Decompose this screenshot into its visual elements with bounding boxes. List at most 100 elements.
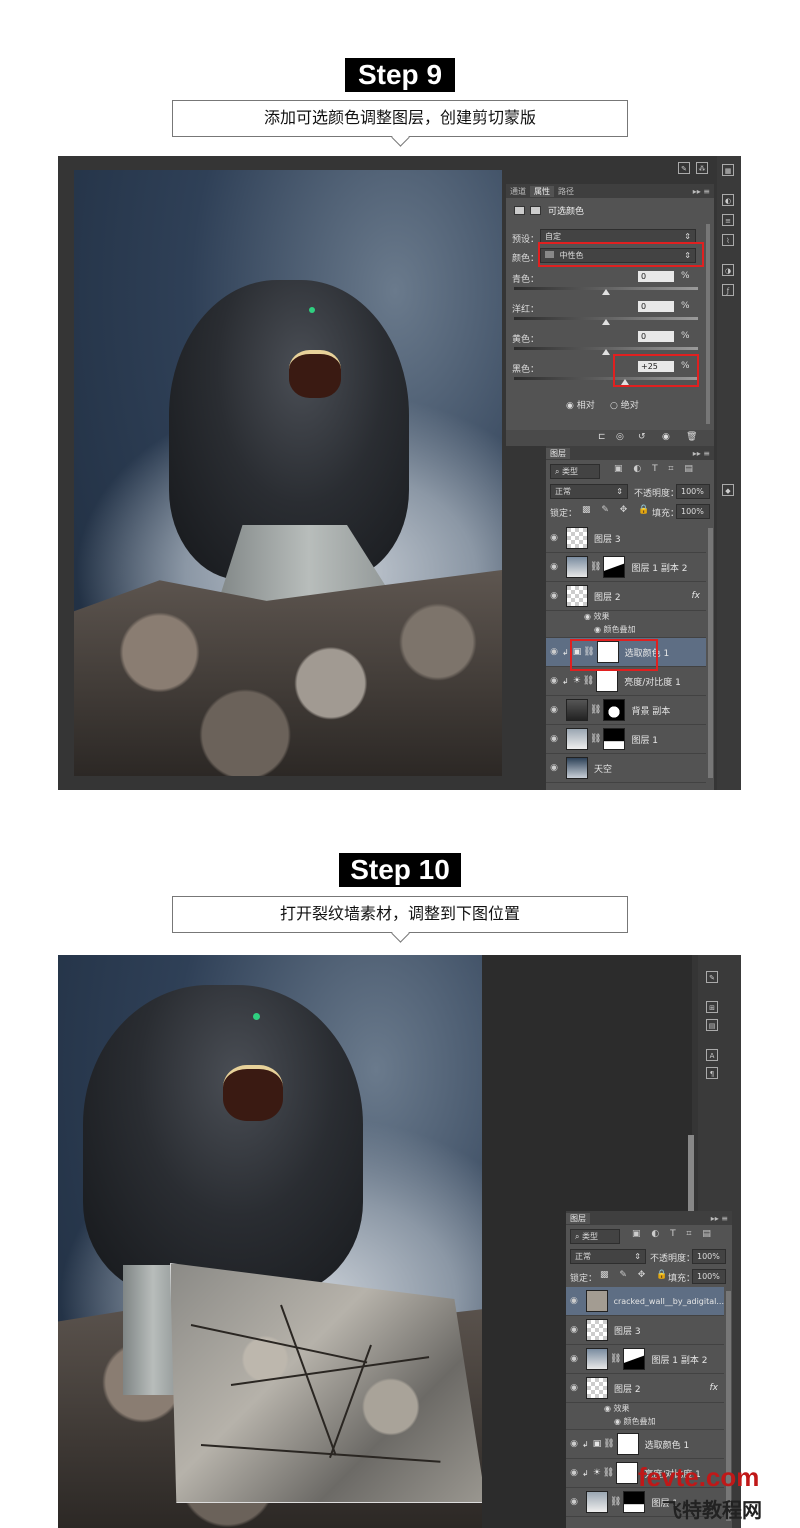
layer-row[interactable]: ◉ ↲ ▣ ⛓ 选取颜色 1 [566, 1430, 724, 1459]
paths-icon[interactable]: ⌇ [722, 234, 734, 246]
eye-icon[interactable]: ◉ [662, 432, 670, 442]
radio-relative[interactable]: ◉ 相对 [566, 398, 595, 411]
eye-icon[interactable]: ◉ [566, 1497, 582, 1507]
visibility-toggle-icon[interactable]: ◎ [616, 432, 624, 442]
layer-mask-thumbnail [603, 556, 626, 578]
clone-source-icon[interactable]: ⁂ [696, 162, 708, 174]
eye-icon[interactable]: ◉ [546, 533, 562, 543]
tab-layers[interactable]: 图层 [566, 1212, 590, 1224]
layer-row[interactable]: ◉ 天空 [546, 754, 706, 783]
eye-icon[interactable]: ◉ [546, 562, 562, 572]
eye-icon[interactable]: ◉ [546, 676, 562, 686]
layer-stack-icon[interactable]: ◆ [722, 484, 734, 496]
layer-name: 图层 3 [614, 1326, 641, 1337]
eye-icon[interactable]: ◉ [546, 647, 562, 657]
effect-row[interactable]: ◉ 颜色叠加 [566, 1416, 724, 1430]
adjustment-icon[interactable]: ◐ [722, 194, 734, 206]
slider-cyan-thumb[interactable] [602, 289, 610, 295]
fill-input[interactable]: 100% [676, 504, 710, 519]
eye-icon[interactable]: ◉ [546, 734, 562, 744]
eye-icon[interactable]: ◉ [594, 625, 601, 634]
panel-menu-icon[interactable]: ▸▸ ≡ [689, 187, 714, 196]
eye-icon[interactable]: ◉ [566, 1296, 582, 1306]
tab-channels[interactable]: 通道 [506, 186, 530, 197]
brush-preset-icon[interactable]: ✎ [678, 162, 690, 174]
slider-cyan-input[interactable]: 0 [638, 271, 674, 282]
panel-menu-icon[interactable]: ▸▸ ≡ [689, 449, 714, 458]
eye-icon[interactable]: ◉ [566, 1325, 582, 1335]
step10-scrollbar[interactable] [688, 1135, 694, 1215]
eye-icon[interactable]: ◉ [566, 1468, 582, 1478]
reset-icon[interactable]: ↺ [638, 432, 646, 442]
layer-filter-select[interactable]: ⌕ 类型 [570, 1229, 620, 1244]
fill-input[interactable]: 100% [692, 1269, 726, 1284]
layer-name: 图层 2 [594, 592, 621, 603]
panther-statue [83, 985, 363, 1295]
brush-preset-icon[interactable]: ✎ [706, 971, 718, 983]
paragraph-icon[interactable]: ¶ [706, 1067, 718, 1079]
eye-icon[interactable]: ◉ [604, 1404, 611, 1413]
opacity-input[interactable]: 100% [676, 484, 710, 499]
step9-caption: 添加可选颜色调整图层，创建剪切蒙版 [172, 100, 628, 137]
opacity-input[interactable]: 100% [692, 1249, 726, 1264]
fx-badge[interactable]: fx [692, 591, 701, 601]
effect-row[interactable]: ◉ 效果 [566, 1403, 724, 1416]
slider-magenta-thumb[interactable] [602, 319, 610, 325]
layer-name: 图层 2 [614, 1384, 641, 1395]
eye-icon[interactable]: ◉ [546, 763, 562, 773]
mask-icon[interactable] [530, 206, 541, 215]
layer-row[interactable]: ◉ ⛓ 背景 副本 [546, 696, 706, 725]
styles-icon[interactable]: ƒ [722, 284, 734, 296]
eye-icon[interactable]: ◉ [584, 612, 591, 621]
radio-absolute[interactable]: ○ 绝对 [610, 398, 639, 411]
fx-badge[interactable]: fx [710, 1383, 719, 1393]
layer-row[interactable]: ◉ ⛓ 图层 1 [546, 725, 706, 754]
layer-row-selected[interactable]: ◉ cracked_wall__by_adigital... [566, 1287, 724, 1316]
trash-icon[interactable]: 🗑 [686, 432, 697, 442]
layer-row[interactable]: ◉ 图层 3 [566, 1316, 724, 1345]
blend-mode-select[interactable]: 正常 ⇕ [570, 1249, 646, 1264]
search-icon: ⌕ [575, 1232, 580, 1241]
layer-name: cracked_wall__by_adigital... [613, 1296, 724, 1306]
eye-icon[interactable]: ◉ [546, 705, 562, 715]
crack-line [230, 1356, 430, 1386]
properties-scrollbar[interactable] [706, 224, 710, 424]
slider-yellow-input[interactable]: 0 [638, 331, 674, 342]
layer-thumbnail [586, 1319, 608, 1341]
slider-yellow-thumb[interactable] [602, 349, 610, 355]
blend-mode-select[interactable]: 正常 ⇕ [550, 484, 628, 499]
eye-icon[interactable]: ◉ [566, 1354, 582, 1364]
clone-source-icon[interactable]: ⊞ [706, 1001, 718, 1013]
layer-row[interactable]: ◉ ⛓ 图层 1 副本 2 [546, 553, 706, 582]
layer-row[interactable]: ◉ 图层 3 [546, 524, 706, 553]
layer-row[interactable]: ◉ 图层 2 fx [566, 1374, 724, 1403]
effect-row[interactable]: ◉ 颜色叠加 [546, 624, 706, 638]
panel-menu-icon[interactable]: ▸▸ ≡ [707, 1214, 732, 1223]
notes-icon[interactable]: ▤ [706, 1019, 718, 1031]
layer-filter-select[interactable]: ⌕ 类型 [550, 464, 600, 479]
grid-icon[interactable]: ▦ [722, 164, 734, 176]
eye-icon[interactable]: ◉ [546, 591, 562, 601]
layer-row[interactable]: ◉ 图层 2 fx [546, 582, 706, 611]
eye-icon[interactable]: ◉ [566, 1383, 582, 1393]
slider-magenta-label: 洋红： [512, 305, 540, 315]
color-icon[interactable]: ◑ [722, 264, 734, 276]
eye-icon[interactable]: ◉ [614, 1417, 621, 1426]
slider-magenta-input[interactable]: 0 [638, 301, 674, 312]
tab-paths[interactable]: 路径 [554, 186, 578, 197]
cracked-wall-layer[interactable] [170, 1263, 486, 1503]
layer-filter-value: 类型 [562, 467, 579, 476]
panther-eye [253, 1013, 260, 1020]
layers-scrollbar[interactable] [708, 528, 713, 778]
tab-properties[interactable]: 属性 [530, 185, 554, 197]
tab-layers[interactable]: 图层 [546, 447, 570, 459]
layers-icon[interactable]: ≡ [722, 214, 734, 226]
clip-icon[interactable]: ⊏ [598, 432, 606, 442]
layer-row[interactable]: ◉ ↲ ☀ ⛓ 亮度/对比度 1 [546, 667, 706, 696]
layer-row[interactable]: ◉ ⛓ 图层 1 副本 2 [566, 1345, 724, 1374]
lock-icons[interactable]: ▩ ✎ ✥ 🔒 [582, 505, 653, 515]
character-icon[interactable]: A [706, 1049, 718, 1061]
lock-icons[interactable]: ▩ ✎ ✥ 🔒 [600, 1270, 671, 1280]
effect-row[interactable]: ◉ 效果 [546, 611, 706, 624]
eye-icon[interactable]: ◉ [566, 1439, 582, 1449]
